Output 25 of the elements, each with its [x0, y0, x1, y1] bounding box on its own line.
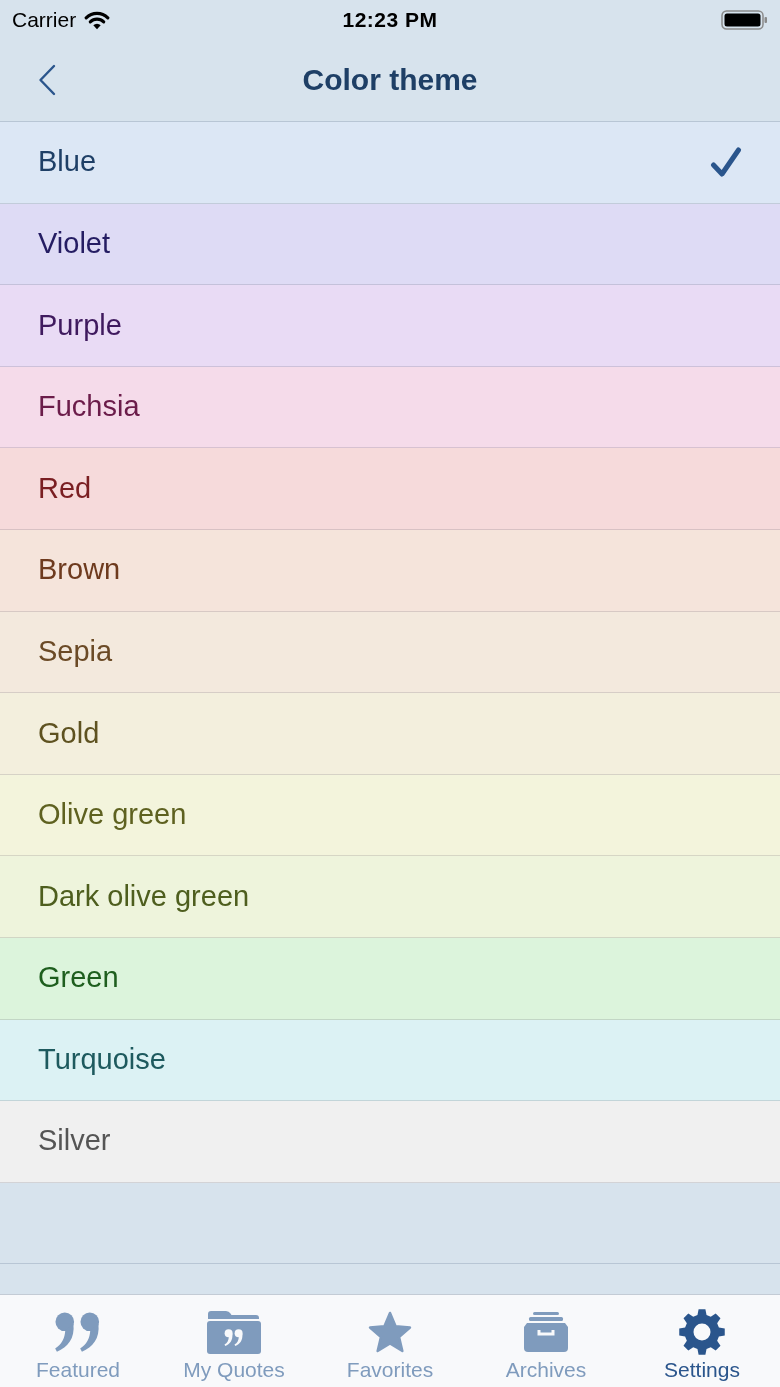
folder-icon [207, 1310, 261, 1354]
settings-icon [679, 1309, 725, 1355]
theme-option[interactable]: Olive green [0, 774, 780, 857]
page-title: Color theme [302, 61, 478, 98]
wifi-icon [84, 10, 111, 30]
theme-option[interactable]: Red [0, 448, 780, 530]
theme-option[interactable]: Blue [0, 122, 780, 204]
theme-option[interactable]: Silver [0, 1101, 780, 1183]
theme-option[interactable]: Turquoise [0, 1019, 780, 1102]
theme-option[interactable]: Brown [0, 529, 780, 612]
tab-button[interactable]: Settings [624, 1295, 780, 1387]
quote-marks-icon [54, 1312, 102, 1352]
theme-option[interactable]: Violet [0, 203, 780, 286]
theme-option[interactable]: Sepia [0, 611, 780, 694]
theme-option[interactable]: Gold [0, 693, 780, 775]
chevron-left-icon [38, 63, 56, 96]
theme-option[interactable]: Purple [0, 285, 780, 367]
archive-box-icon [523, 1312, 569, 1352]
carrier-label: Carrier [12, 7, 77, 34]
theme-option[interactable]: Green [0, 937, 780, 1020]
star-icon [367, 1310, 413, 1354]
clock-time: 12:23 PM [342, 7, 438, 34]
theme-option[interactable]: Dark olive green [0, 856, 780, 938]
theme-option[interactable]: Fuchsia [0, 366, 780, 449]
battery-icon [721, 10, 768, 30]
